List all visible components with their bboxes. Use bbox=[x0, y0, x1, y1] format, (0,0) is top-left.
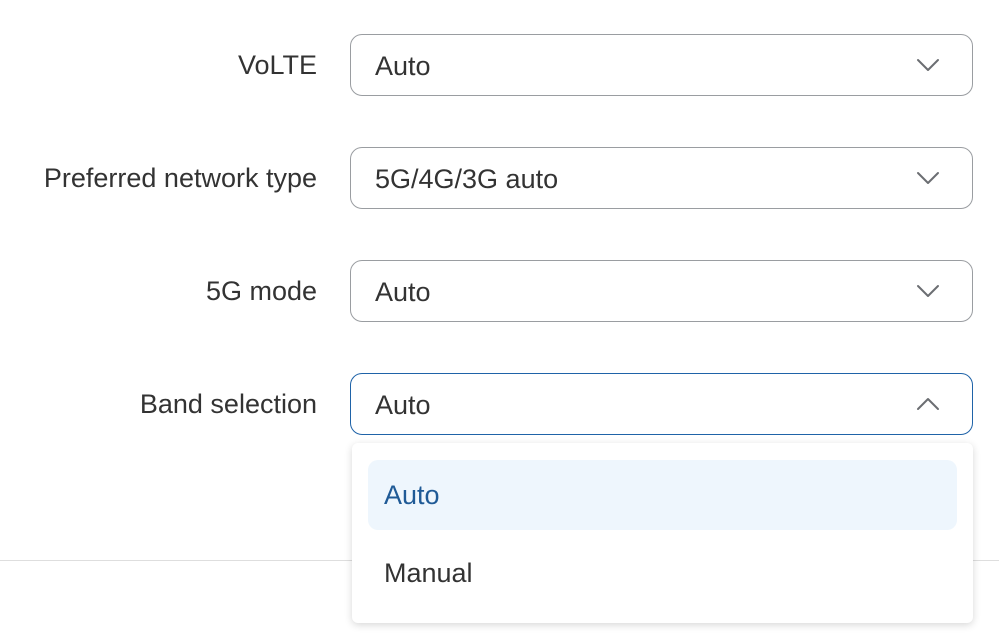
chevron-down-icon bbox=[917, 172, 939, 184]
chevron-down-icon bbox=[917, 285, 939, 297]
network-type-value: 5G/4G/3G auto bbox=[375, 164, 559, 194]
5g-mode-label: 5G mode bbox=[205, 276, 317, 306]
band-selection-row: Band selection Auto bbox=[0, 373, 999, 437]
network-type-label: Preferred network type bbox=[43, 163, 317, 193]
dropdown-option-auto[interactable]: Auto bbox=[368, 460, 957, 530]
network-type-select[interactable]: 5G/4G/3G auto bbox=[350, 147, 973, 209]
option-label: Auto bbox=[384, 480, 440, 510]
band-selection-dropdown: Auto Manual bbox=[352, 443, 973, 623]
chevron-down-icon bbox=[917, 59, 939, 71]
band-selection-label: Band selection bbox=[139, 389, 317, 419]
volte-value: Auto bbox=[375, 51, 431, 81]
5g-mode-value: Auto bbox=[375, 277, 431, 307]
chevron-up-icon bbox=[917, 398, 939, 410]
network-type-row: Preferred network type 5G/4G/3G auto bbox=[0, 147, 999, 211]
volte-select[interactable]: Auto bbox=[350, 34, 973, 96]
volte-row: VoLTE Auto bbox=[0, 34, 999, 98]
5g-mode-select[interactable]: Auto bbox=[350, 260, 973, 322]
dropdown-option-manual[interactable]: Manual bbox=[368, 538, 957, 608]
band-selection-value: Auto bbox=[375, 390, 431, 420]
volte-label: VoLTE bbox=[237, 50, 317, 80]
band-selection-select[interactable]: Auto bbox=[350, 373, 973, 435]
5g-mode-row: 5G mode Auto bbox=[0, 260, 999, 324]
option-label: Manual bbox=[384, 558, 473, 588]
